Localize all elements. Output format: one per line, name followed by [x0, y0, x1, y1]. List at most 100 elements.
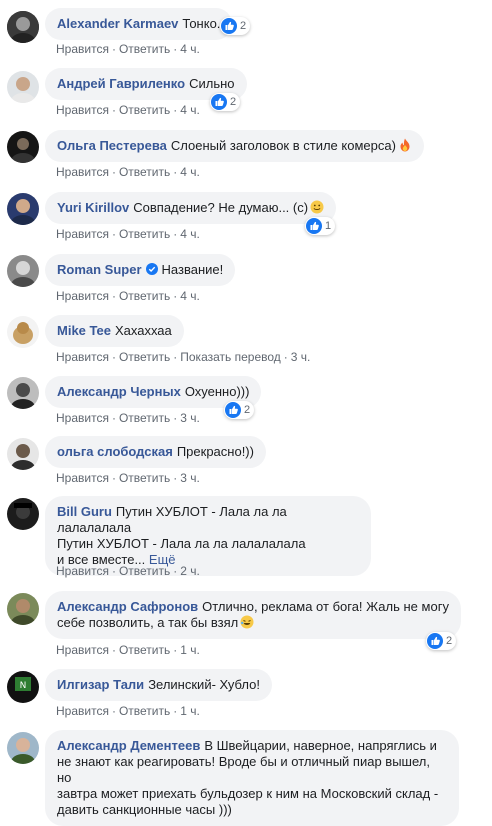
author-name[interactable]: Илгизар Тали [57, 677, 144, 692]
reaction-count[interactable]: 2 [220, 17, 251, 35]
like-link[interactable]: Нравится [56, 42, 109, 56]
timestamp[interactable]: 4 ч. [180, 42, 200, 56]
comment-text-line: давить санкционные часы ))) [57, 802, 232, 817]
timestamp[interactable]: 4 ч. [180, 289, 200, 303]
comment-bubble: Roman Super Название! [45, 254, 236, 286]
avatar[interactable] [7, 193, 39, 225]
reply-link[interactable]: Ответить [119, 350, 170, 364]
reaction-count[interactable]: 2 [426, 632, 457, 650]
avatar[interactable] [7, 71, 39, 103]
reply-link[interactable]: Ответить [119, 165, 170, 179]
author-name[interactable]: Андрей Гавриленко [57, 76, 185, 91]
smile-emoji-icon [310, 200, 324, 214]
avatar[interactable] [7, 593, 39, 625]
like-icon [427, 633, 443, 649]
timestamp[interactable]: 3 ч. [180, 471, 200, 485]
reaction-number: 2 [240, 20, 247, 32]
reply-link[interactable]: Ответить [119, 411, 170, 425]
comment-actions: Нравится · Ответить · 1 ч. [56, 643, 200, 657]
comment-bubble: Mike Tee Хахаххаа [45, 315, 184, 347]
avatar[interactable] [7, 11, 39, 43]
reaction-number: 2 [446, 635, 453, 647]
like-link[interactable]: Нравится [56, 564, 109, 578]
author-name[interactable]: Alexander Karmaev [57, 16, 178, 31]
comment-text: Хахаххаа [114, 323, 172, 338]
avatar[interactable] [7, 377, 39, 409]
reaction-count[interactable]: 1 [305, 217, 336, 235]
like-link[interactable]: Нравится [56, 103, 109, 117]
translate-link[interactable]: Показать перевод [180, 350, 281, 364]
like-icon [225, 402, 241, 418]
like-icon [211, 94, 227, 110]
timestamp[interactable]: 3 ч. [291, 350, 311, 364]
comment-text-line: Отлично, реклама от бога! Жаль не могу [202, 599, 449, 614]
comment-actions: Нравится · Ответить · 2 ч. [56, 564, 200, 578]
timestamp[interactable]: 4 ч. [180, 227, 200, 241]
reply-link[interactable]: Ответить [119, 227, 170, 241]
timestamp[interactable]: 4 ч. [180, 103, 200, 117]
comment-actions: Нравится · Ответить · 4 ч. [56, 165, 200, 179]
comment-bubble: Александр Дементеев В Швейцарии, наверное… [45, 730, 459, 826]
reply-link[interactable]: Ответить [119, 289, 170, 303]
author-name[interactable]: Александр Дементеев [57, 738, 200, 753]
author-name[interactable]: Bill Guru [57, 504, 112, 519]
comment-actions: Нравится · Ответить · 4 ч. [56, 103, 200, 117]
comment-bubble: Yuri Kirillov Совпадение? Не думаю... (с) [45, 192, 337, 224]
reply-link[interactable]: Ответить [119, 564, 170, 578]
timestamp[interactable]: 2 ч. [180, 564, 200, 578]
like-link[interactable]: Нравится [56, 643, 109, 657]
author-name[interactable]: Roman Super [57, 262, 142, 277]
timestamp[interactable]: 4 ч. [180, 165, 200, 179]
reaction-count[interactable]: 2 [210, 93, 241, 111]
author-name[interactable]: Yuri Kirillov [57, 200, 129, 215]
reply-link[interactable]: Ответить [119, 103, 170, 117]
avatar[interactable] [7, 732, 39, 764]
like-link[interactable]: Нравится [56, 411, 109, 425]
comment-text: Охуенно))) [184, 384, 250, 399]
verified-badge-icon [145, 263, 158, 275]
avatar[interactable]: N [7, 671, 39, 703]
avatar[interactable] [7, 438, 39, 470]
reaction-number: 1 [325, 220, 332, 232]
reply-link[interactable]: Ответить [119, 471, 170, 485]
comment-text-line: завтра может приехать бульдозер к ним на… [57, 786, 439, 801]
comment-bubble: Alexander Karmaev Тонко. [45, 8, 233, 40]
comment-text: Совпадение? Не думаю... (с) [133, 200, 309, 215]
reaction-count[interactable]: 2 [224, 401, 255, 419]
author-name[interactable]: Александр Черных [57, 384, 181, 399]
avatar[interactable] [7, 255, 39, 287]
comment-text-line: Путин ХУБЛОТ - Лала ла ла лалалалала [57, 536, 306, 551]
author-name[interactable]: Mike Tee [57, 323, 111, 338]
avatar[interactable] [7, 316, 39, 348]
comment-text-line: В Швейцарии, наверное, напряглись и [204, 738, 437, 753]
author-name[interactable]: Ольга Пестерева [57, 138, 167, 153]
avatar[interactable] [7, 498, 39, 530]
reply-link[interactable]: Ответить [119, 704, 170, 718]
svg-text:N: N [20, 681, 27, 691]
comment-bubble: Илгизар Тали Зелинский- Хубло! [45, 669, 272, 701]
comment-actions: Нравится · Ответить · 1 ч. [56, 704, 200, 718]
comment-actions: Нравится · Ответить · 3 ч. [56, 471, 200, 485]
like-link[interactable]: Нравится [56, 471, 109, 485]
like-link[interactable]: Нравится [56, 227, 109, 241]
comment-bubble: ольга слободская Прекрасно!)) [45, 436, 266, 468]
comment-actions: Нравится · Ответить · Показать перевод · 3 ч. [56, 350, 311, 364]
timestamp[interactable]: 1 ч. [180, 704, 200, 718]
comment-text: Название! [161, 262, 224, 277]
author-name[interactable]: ольга слободская [57, 444, 173, 459]
reply-link[interactable]: Ответить [119, 42, 170, 56]
comment-actions: Нравится · Ответить · 3 ч. [56, 411, 200, 425]
comment-text: Прекрасно!)) [176, 444, 254, 459]
timestamp[interactable]: 1 ч. [180, 643, 200, 657]
like-link[interactable]: Нравится [56, 350, 109, 364]
like-link[interactable]: Нравится [56, 704, 109, 718]
reaction-number: 2 [230, 96, 237, 108]
reply-link[interactable]: Ответить [119, 643, 170, 657]
author-name[interactable]: Александр Сафронов [57, 599, 198, 614]
timestamp[interactable]: 3 ч. [180, 411, 200, 425]
comment-text-line: не знают как реагировать! Вроде бы и отл… [57, 754, 430, 785]
reaction-number: 2 [244, 404, 251, 416]
like-link[interactable]: Нравится [56, 165, 109, 179]
like-link[interactable]: Нравится [56, 289, 109, 303]
avatar[interactable] [7, 131, 39, 163]
